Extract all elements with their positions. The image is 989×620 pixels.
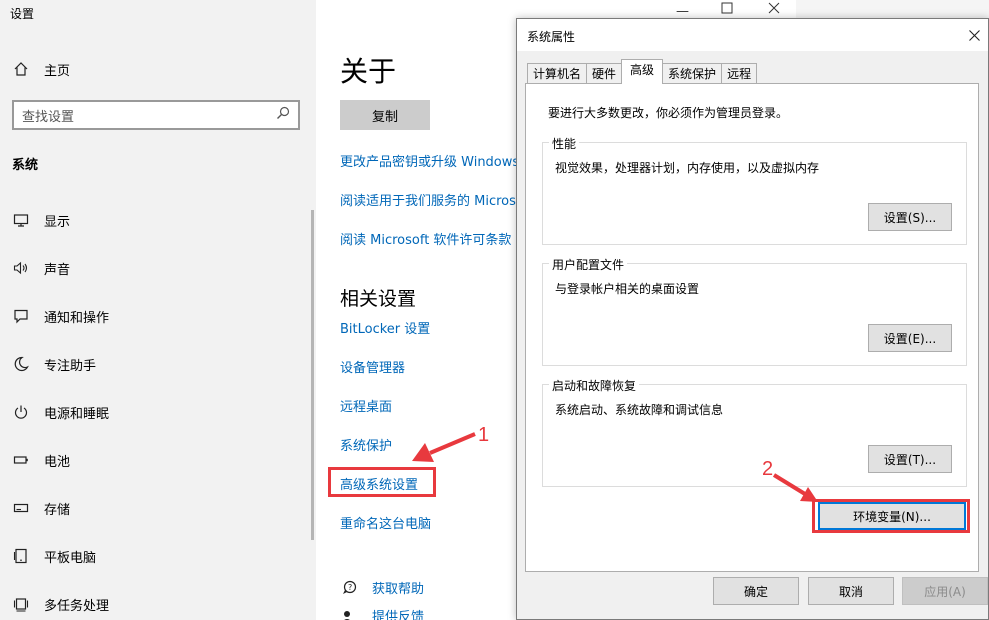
tab-advanced[interactable]: 高级	[621, 59, 664, 84]
annotation-arrows	[412, 432, 818, 502]
annotation-step-1: 1	[478, 424, 490, 446]
annotation-step-2: 2	[762, 458, 774, 480]
arrow-2-shaft	[772, 473, 807, 496]
screen: 设置 主页 查找设置 系统 显示 声音 通知和操作 专注助手 电源和睡眠 电池 …	[0, 0, 989, 620]
arrow-1-shaft	[429, 432, 476, 455]
